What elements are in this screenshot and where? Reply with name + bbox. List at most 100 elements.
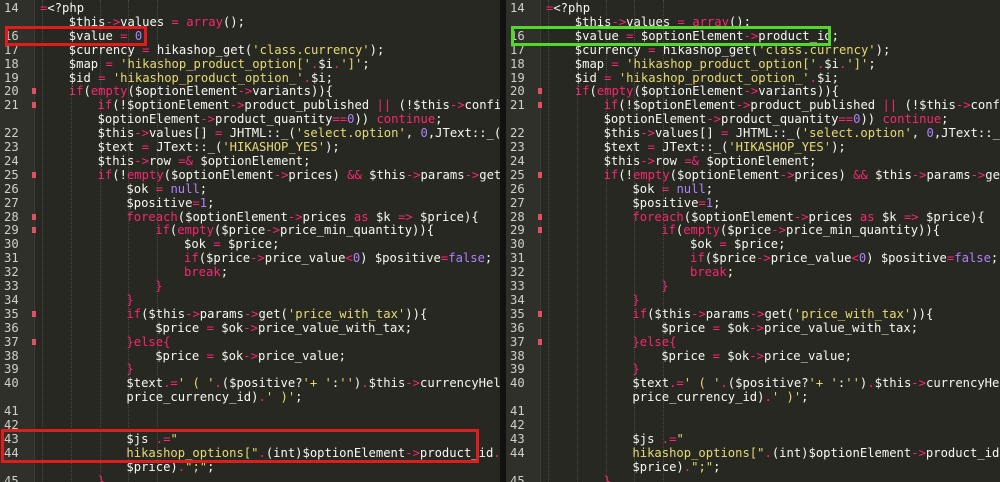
code-line[interactable]: 23 $text = JText::_('HIKASHOP_YES'); [0, 141, 500, 154]
code-line[interactable]: 32 break; [506, 266, 1000, 279]
code-line[interactable]: 35 if($this->params->get('price_with_tax'… [506, 307, 1000, 321]
code-line[interactable]: 33} [0, 280, 500, 293]
code-line[interactable]: 18 $map = 'hikashop_product_option['.$i.'… [506, 56, 1000, 71]
code-pane-before[interactable]: 14 =<?php $this->values = array(); 16 $value… [0, 0, 500, 482]
code-token: -> [265, 223, 280, 238]
code-line[interactable]: 28 foreach($optionElement->prices as $k =… [0, 209, 500, 224]
code-line[interactable]: 14 =<?php [0, 2, 500, 15]
code-line[interactable]: 30 $ok = $price; [506, 238, 1000, 251]
fold-marker-icon[interactable] [32, 338, 36, 345]
code-token: ); [831, 140, 846, 154]
code-line[interactable]: 37}else{ [0, 334, 500, 349]
code-line[interactable]: 22 $this->values[] = JHTML::_('select.opt… [0, 127, 500, 140]
code-line[interactable]: 34} [506, 293, 1000, 307]
code-line[interactable]: 18 $map = 'hikashop_product_option['.$i.'… [0, 56, 500, 71]
code-line[interactable]: 38 $price = $ok->price_value; [506, 348, 1000, 363]
code-line[interactable]: 19 $id = 'hikashop_product_option_'.$i; [506, 71, 1000, 85]
fold-marker-icon[interactable] [538, 227, 542, 234]
code-line[interactable]: 29 if(empty($price->price_min_quantity)){ [506, 224, 1000, 237]
code-token: ) [676, 459, 684, 474]
code-line[interactable]: 31 if($price->price_value<0) $positive=fa… [0, 252, 500, 265]
code-line[interactable]: 35 if($this->params->get('price_with_tax'… [0, 307, 500, 321]
code-pane-after[interactable]: 14 =<?php $this->values = array(); 16 $value… [506, 0, 1000, 482]
code-line[interactable]: 25 if(!empty($optionElement->prices) && $… [0, 168, 500, 182]
code-line[interactable]: 34} [0, 293, 500, 307]
code-line[interactable]: 32 break; [0, 266, 500, 279]
code-token: -> [640, 153, 655, 168]
line-number: 36 [510, 320, 525, 335]
code-line[interactable]: 26 $ok = null; [0, 182, 500, 196]
fold-marker-icon[interactable] [538, 338, 542, 345]
code-line[interactable]: 20 if(empty($optionElement->variants)){ [0, 85, 500, 98]
code-token: -> [706, 112, 722, 127]
code-line[interactable]: $optionElement->product_quantity==0)) co… [506, 113, 1000, 126]
code-token: price_value_with_tax; [763, 320, 919, 335]
code-line[interactable]: 38 $price = $ok->price_value; [0, 349, 500, 363]
code-token: -> [749, 348, 764, 363]
fold-marker-icon[interactable] [32, 227, 36, 234]
code-token: ; [435, 112, 443, 127]
code-line[interactable]: 21 if(!$optionElement->product_published … [0, 99, 500, 112]
code-line[interactable]: 39} [506, 363, 1000, 376]
code-line[interactable]: price_currency_id).' )'; [0, 391, 500, 404]
fold-marker-icon[interactable] [538, 171, 542, 178]
fold-marker-icon[interactable] [538, 310, 542, 317]
code-token: price_value; [763, 348, 853, 363]
fold-marker-icon[interactable] [32, 102, 36, 109]
code-line[interactable]: 19 $id = 'hikashop_product_option_'.$i; [0, 71, 500, 85]
code-line[interactable]: 45} [0, 474, 500, 482]
code-line[interactable]: 26 $ok = null; [506, 181, 1000, 196]
code-line[interactable]: 29 if(empty($price->price_min_quantity)){ [0, 224, 500, 237]
code-line[interactable]: 14 =<?php [506, 2, 1000, 15]
fold-marker-icon[interactable] [32, 213, 36, 220]
code-line[interactable]: 21 if(!$optionElement->product_published … [506, 99, 1000, 112]
fold-marker-icon[interactable] [32, 88, 36, 95]
code-line[interactable]: 24 $this->row =& $optionElement; [506, 153, 1000, 168]
code-line[interactable]: $price).";"; [506, 459, 1000, 474]
line-number: 37 [4, 334, 19, 349]
code-token: ( [177, 209, 186, 224]
fold-marker-icon[interactable] [538, 102, 542, 109]
code-line[interactable]: 22 $this->values[] = JHTML::_('select.opt… [506, 127, 1000, 140]
code-line[interactable]: 24 $this->row =& $optionElement; [0, 154, 500, 168]
code-line[interactable]: 39} [0, 363, 500, 376]
code-line[interactable]: 40 $text.=' ( '.($positive?'+ ':'').$this… [506, 377, 1000, 390]
fold-marker-icon[interactable] [538, 213, 542, 220]
code-line[interactable]: 41 [506, 405, 1000, 418]
code-line[interactable]: 27 $positive=1; [0, 196, 500, 210]
code-line[interactable]: 31 if($price->price_value<0) $positive=fa… [506, 252, 1000, 265]
code-line[interactable]: 33} [506, 280, 1000, 293]
code-line[interactable]: 27 $positive=1; [506, 196, 1000, 210]
code-line[interactable]: 20 if(empty($optionElement->variants)){ [506, 85, 1000, 98]
line-number: 23 [510, 140, 525, 154]
code-text: $text = JText::_('HIKASHOP_YES'); [604, 141, 846, 154]
fold-marker-icon[interactable] [538, 88, 542, 95]
code-line[interactable]: 28 foreach($optionElement->prices as $k =… [506, 210, 1000, 224]
code-token: empty [177, 223, 214, 238]
code-line[interactable]: 45} [506, 474, 1000, 482]
code-line[interactable]: 23 $text = JText::_('HIKASHOP_YES'); [506, 141, 1000, 154]
code-line[interactable]: 30 $ok = $price; [0, 238, 500, 251]
code-token: ; [868, 56, 876, 71]
code-token: $text [126, 376, 164, 391]
code-line[interactable]: 40 $text.=' ( '.($positive?'+ ':'').$this… [0, 377, 500, 390]
code-line[interactable]: 43 $js .=" [506, 432, 1000, 446]
code-line[interactable]: 42 [506, 419, 1000, 432]
code-token: 'select.option' [801, 126, 912, 141]
code-line[interactable]: 41 [0, 405, 500, 418]
code-line[interactable]: 36 $price = $ok->price_value_with_tax; [0, 321, 500, 335]
code-text: $price = $ok->price_value_with_tax; [661, 320, 919, 335]
code-line[interactable]: 25 if(!empty($optionElement->prices) && $… [506, 167, 1000, 182]
code-line[interactable]: 36 $price = $ok->price_value_with_tax; [506, 320, 1000, 335]
fold-marker-icon[interactable] [32, 171, 36, 178]
code-token: -> [970, 167, 986, 182]
code-token: = [661, 181, 670, 196]
code-line[interactable]: 44 hikashop_options[".(int)$optionElement… [506, 446, 1000, 460]
code-token: $optionElement [603, 112, 707, 127]
fold-marker-icon[interactable] [32, 310, 36, 317]
code-line[interactable]: 37}else{ [506, 335, 1000, 349]
code-line[interactable]: $optionElement->product_quantity==0)) co… [0, 113, 500, 126]
code-token: $i [318, 56, 333, 71]
code-line[interactable]: price_currency_id).' )'; [506, 391, 1000, 404]
